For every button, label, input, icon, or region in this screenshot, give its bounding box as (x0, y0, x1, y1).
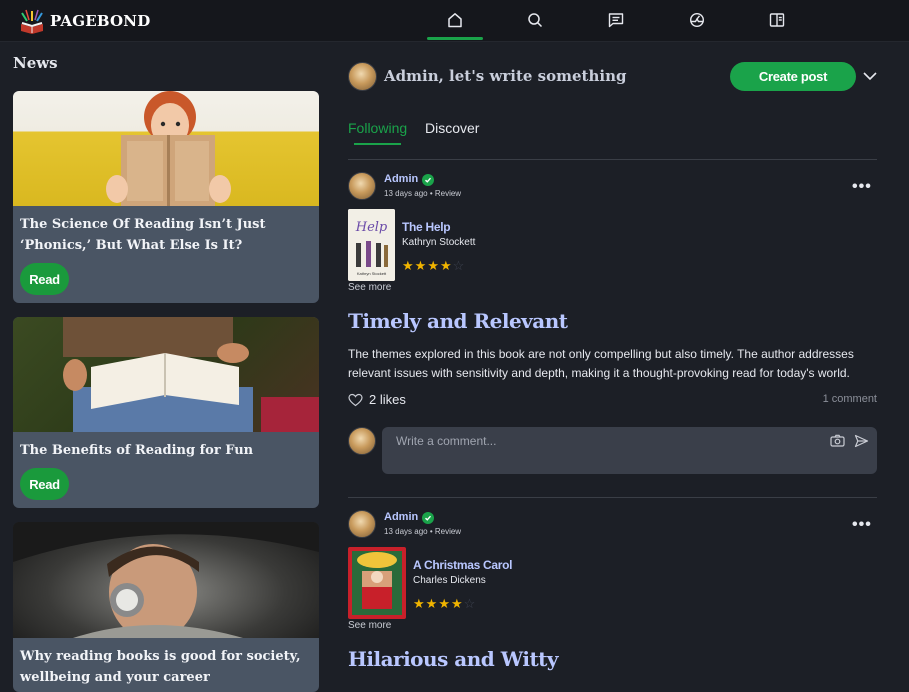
review-body: The themes explored in this book are not… (348, 347, 854, 380)
book-title[interactable]: A Christmas Carol (413, 558, 512, 572)
star-icon: ★ (425, 596, 439, 611)
star-icon: ☆ (452, 258, 466, 273)
news-card[interactable]: The Benefits of Reading for Fun Read (13, 317, 319, 508)
nav-messages[interactable] (588, 0, 644, 40)
book-cover[interactable]: Help Kathryn Stockett (348, 209, 395, 281)
app-name: PAGEBOND (50, 12, 151, 30)
read-button[interactable]: Read (20, 263, 69, 295)
news-image (13, 91, 319, 206)
book-cover-title: Help (355, 220, 388, 235)
boy-flashlight-illustration (13, 522, 319, 638)
comment-input[interactable] (382, 427, 877, 474)
star-icon: ☆ (463, 596, 477, 611)
tab-discover[interactable]: Discover (425, 120, 479, 136)
book-icon (769, 13, 785, 27)
commenter-avatar[interactable] (348, 427, 376, 455)
tab-following[interactable]: Following (348, 120, 407, 136)
heart-icon (348, 393, 363, 406)
news-image (13, 317, 319, 432)
post-author-avatar[interactable] (348, 510, 376, 538)
message-icon (608, 13, 624, 28)
compose-prompt[interactable]: Admin, let's write something (384, 67, 626, 85)
nav-search[interactable] (507, 0, 563, 40)
news-card-title[interactable]: The Benefits of Reading for Fun (13, 432, 319, 461)
active-tab-indicator (354, 143, 401, 145)
search-icon (528, 13, 543, 28)
avatar[interactable] (348, 62, 377, 91)
post-author-name[interactable]: Admin (384, 511, 418, 523)
book-cover-art (348, 547, 406, 619)
news-heading: News (13, 54, 58, 72)
star-icon: ★ (414, 258, 428, 273)
star-icon: ★ (402, 258, 415, 273)
comments-count[interactable]: 1 comment (823, 393, 877, 405)
star-icon: ★ (438, 596, 451, 611)
star-icon: ★ (413, 596, 426, 611)
post-author-avatar[interactable] (348, 172, 376, 200)
top-navigation-bar: PAGEBOND (0, 0, 909, 42)
news-image (13, 522, 319, 638)
home-icon (448, 13, 462, 28)
girl-reading-illustration (106, 91, 231, 206)
see-more-link[interactable]: See more (348, 282, 391, 293)
verified-icon (422, 174, 434, 186)
post-author-name[interactable]: Admin (384, 173, 418, 185)
review-title: Hilarious and Witty (348, 647, 559, 671)
read-button[interactable]: Read (20, 468, 69, 500)
create-post-button[interactable]: Create post (730, 62, 856, 91)
news-card[interactable]: Why reading books is good for society, w… (13, 522, 319, 692)
star-icon: ★ (427, 258, 440, 273)
book-author: Kathryn Stockett (402, 237, 476, 248)
like-button[interactable]: 2 likes (348, 392, 406, 407)
post-options-icon[interactable]: ••• (852, 516, 872, 534)
review-title: Timely and Relevant (348, 309, 568, 333)
star-rating: ★★★★☆ (413, 596, 476, 612)
star-icon: ★ (439, 258, 453, 273)
news-card-title[interactable]: The Science Of Reading Isn’t Just ‘Phoni… (13, 206, 319, 256)
post-options-icon[interactable]: ••• (852, 178, 872, 196)
book-cover[interactable] (348, 547, 406, 619)
book-author: Charles Dickens (413, 575, 486, 586)
chevron-down-icon[interactable] (862, 70, 878, 82)
nav-library[interactable] (749, 0, 805, 40)
dashboard-icon (689, 12, 705, 28)
see-more-link[interactable]: See more (348, 620, 391, 631)
likes-count: 2 likes (369, 392, 406, 407)
app-logo[interactable]: PAGEBOND (18, 8, 150, 34)
news-card[interactable]: The Science Of Reading Isn’t Just ‘Phoni… (13, 91, 319, 303)
post-meta: 13 days ago • Review (384, 189, 462, 198)
post-meta: 13 days ago • Review (384, 527, 462, 536)
open-book-illustration (63, 317, 319, 432)
divider (348, 497, 877, 498)
star-icon: ★ (450, 596, 464, 611)
send-icon[interactable] (854, 434, 869, 448)
divider (348, 159, 877, 160)
camera-icon[interactable] (830, 434, 845, 447)
book-cover-author: Kathryn Stockett (357, 271, 387, 276)
nav-dashboard[interactable] (669, 0, 725, 40)
star-rating: ★★★★☆ (402, 258, 465, 274)
book-title[interactable]: The Help (402, 220, 451, 234)
book-cover-art: Help Kathryn Stockett (348, 209, 395, 281)
news-card-title[interactable]: Why reading books is good for society, w… (13, 638, 319, 688)
logo-book-icon (21, 9, 43, 34)
verified-icon (422, 512, 434, 524)
nav-home[interactable] (427, 0, 483, 40)
